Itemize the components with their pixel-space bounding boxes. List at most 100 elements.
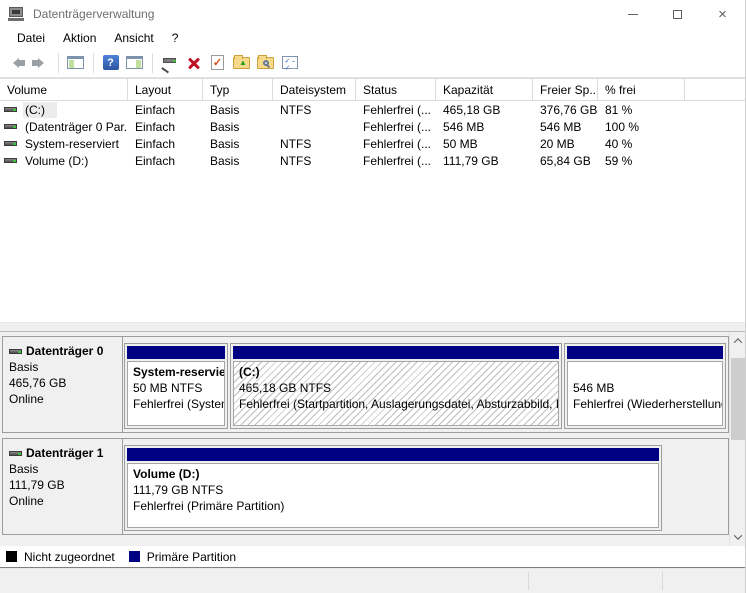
help-button[interactable]: ? — [99, 51, 122, 74]
cell-prozent-frei: 40 % — [605, 136, 633, 151]
close-icon: × — [718, 5, 727, 23]
disk-row-0: Datenträger 0 Basis 465,76 GB Online Sys… — [2, 336, 729, 433]
partition-d[interactable]: Volume (D:) 111,79 GB NTFS Fehlerfrei (P… — [124, 445, 662, 531]
scrollbar-up-button[interactable] — [730, 332, 745, 349]
partition-size: 50 MB NTFS — [133, 381, 203, 395]
table-row[interactable]: (Datenträger 0 Par... Einfach Basis Fehl… — [0, 118, 745, 135]
console-tree-icon — [67, 56, 84, 69]
mark-partition-button[interactable]: ✓ — [206, 51, 229, 74]
column-header-volume[interactable]: Volume — [0, 79, 128, 100]
statusbar-separator — [528, 572, 529, 590]
disk-type: Basis — [9, 360, 39, 374]
partition-system-reserved[interactable]: System-reserviert 50 MB NTFS Fehlerfrei … — [124, 343, 228, 429]
column-header-typ[interactable]: Typ — [203, 79, 273, 100]
cell-kapazitaet: 546 MB — [443, 119, 485, 134]
disk-status: Online — [9, 494, 44, 508]
menu-item-datei[interactable]: Datei — [8, 29, 54, 47]
partition-size: 111,79 GB NTFS — [133, 483, 224, 497]
scrollbar-down-button[interactable] — [730, 528, 745, 545]
table-row[interactable]: (C:) Einfach Basis NTFS Fehlerfrei (... … — [0, 101, 745, 118]
open-folder-button[interactable]: ▲ — [230, 51, 253, 74]
legend-label: Primäre Partition — [146, 549, 237, 564]
close-button[interactable]: × — [700, 0, 745, 28]
partition-color-bar — [567, 346, 723, 359]
partition-body: 546 MB Fehlerfrei (Wiederherstellungs — [567, 361, 723, 426]
partition-c[interactable]: (C:) 465,18 GB NTFS Fehlerfrei (Startpar… — [230, 343, 562, 429]
legend-item-unallocated: Nicht zugeordnet — [6, 550, 115, 564]
cell-layout: Einfach — [135, 136, 176, 151]
properties-list-button[interactable]: ✓ ✓ — [278, 51, 301, 74]
cell-freier-speicher: 376,76 GB — [540, 102, 598, 117]
disk-0-partition-area: System-reserviert 50 MB NTFS Fehlerfrei … — [123, 337, 728, 432]
partition-title — [573, 364, 717, 380]
toolbar: ? ✓ ▲ ✓ ✓ — [0, 48, 745, 78]
toolbar-separator — [58, 52, 59, 73]
cell-prozent-frei: 59 % — [605, 153, 633, 168]
cell-typ: Basis — [210, 153, 240, 168]
graphical-view-pane: Datenträger 0 Basis 465,76 GB Online Sys… — [0, 332, 745, 546]
partition-size: 546 MB — [573, 381, 615, 395]
disk-size: 465,76 GB — [9, 376, 67, 390]
cell-dateisystem: NTFS — [280, 153, 312, 168]
partition-status: Fehlerfrei (System — [133, 397, 225, 411]
toolbar-separator — [152, 52, 153, 73]
disk-1-info[interactable]: Datenträger 1 Basis 111,79 GB Online — [3, 439, 123, 534]
window-controls: × — [610, 0, 745, 28]
column-header-prozent-frei[interactable]: % frei — [598, 79, 685, 100]
disk-0-info[interactable]: Datenträger 0 Basis 465,76 GB Online — [3, 337, 123, 432]
column-header-kapazitaet[interactable]: Kapazität — [436, 79, 533, 100]
column-header-dateisystem[interactable]: Dateisystem — [273, 79, 356, 100]
volume-icon — [4, 141, 17, 146]
status-bar — [0, 568, 745, 593]
pane-splitter[interactable] — [0, 322, 745, 332]
explore-folder-button[interactable] — [254, 51, 277, 74]
cell-status: Fehlerfrei (... — [363, 153, 432, 168]
back-button[interactable] — [5, 51, 28, 74]
help-icon: ? — [102, 55, 119, 70]
drive-pointer-button[interactable] — [158, 51, 181, 74]
cell-layout: Einfach — [135, 119, 176, 134]
legend-bar: Nicht zugeordnet Primäre Partition — [0, 546, 745, 568]
legend-item-primary-partition: Primäre Partition — [128, 549, 237, 564]
minimize-button[interactable] — [610, 0, 655, 28]
cell-volume: System-reserviert — [25, 136, 120, 151]
partition-color-bar — [127, 346, 225, 359]
cell-kapazitaet: 465,18 GB — [443, 102, 501, 117]
forward-button[interactable] — [29, 51, 52, 74]
cell-layout: Einfach — [135, 153, 176, 168]
menu-item-ansicht[interactable]: Ansicht — [105, 29, 162, 47]
delete-volume-button[interactable] — [182, 51, 205, 74]
table-row[interactable]: Volume (D:) Einfach Basis NTFS Fehlerfre… — [0, 152, 745, 169]
show-action-pane-button[interactable] — [123, 51, 146, 74]
chevron-up-icon — [733, 337, 743, 347]
column-header-status[interactable]: Status — [356, 79, 436, 100]
partition-body: System-reserviert 50 MB NTFS Fehlerfrei … — [127, 361, 225, 426]
cell-status: Fehlerfrei (... — [363, 119, 432, 134]
partition-body: Volume (D:) 111,79 GB NTFS Fehlerfrei (P… — [127, 463, 659, 528]
drive-pointer-icon — [161, 57, 178, 73]
volume-icon — [4, 107, 17, 112]
volume-list-pane: Volume Layout Typ Dateisystem Status Kap… — [0, 78, 745, 322]
menu-item-hilfe[interactable]: ? — [163, 29, 188, 47]
folder-up-icon: ▲ — [233, 54, 250, 69]
maximize-button[interactable] — [655, 0, 700, 28]
cell-volume: (Datenträger 0 Par... — [25, 119, 128, 134]
disk-type: Basis — [9, 462, 39, 476]
partition-status: Fehlerfrei (Startpartition, Auslagerungs… — [239, 397, 559, 411]
column-header-filler — [685, 79, 745, 100]
column-header-freier-speicher[interactable]: Freier Sp... — [533, 79, 598, 100]
cell-dateisystem: NTFS — [280, 136, 312, 151]
cell-volume: (C:) — [23, 101, 57, 118]
column-header-layout[interactable]: Layout — [128, 79, 203, 100]
scrollbar-thumb[interactable] — [731, 358, 745, 440]
statusbar-separator — [662, 572, 663, 590]
partition-title: (C:) — [239, 365, 260, 379]
folder-search-icon — [257, 54, 274, 69]
show-console-tree-button[interactable] — [64, 51, 87, 74]
cell-typ: Basis — [210, 136, 240, 151]
vertical-scrollbar[interactable] — [729, 332, 745, 546]
cell-freier-speicher: 65,84 GB — [540, 153, 591, 168]
partition-recovery[interactable]: 546 MB Fehlerfrei (Wiederherstellungs — [564, 343, 726, 429]
menu-item-aktion[interactable]: Aktion — [54, 29, 105, 47]
table-row[interactable]: System-reserviert Einfach Basis NTFS Feh… — [0, 135, 745, 152]
